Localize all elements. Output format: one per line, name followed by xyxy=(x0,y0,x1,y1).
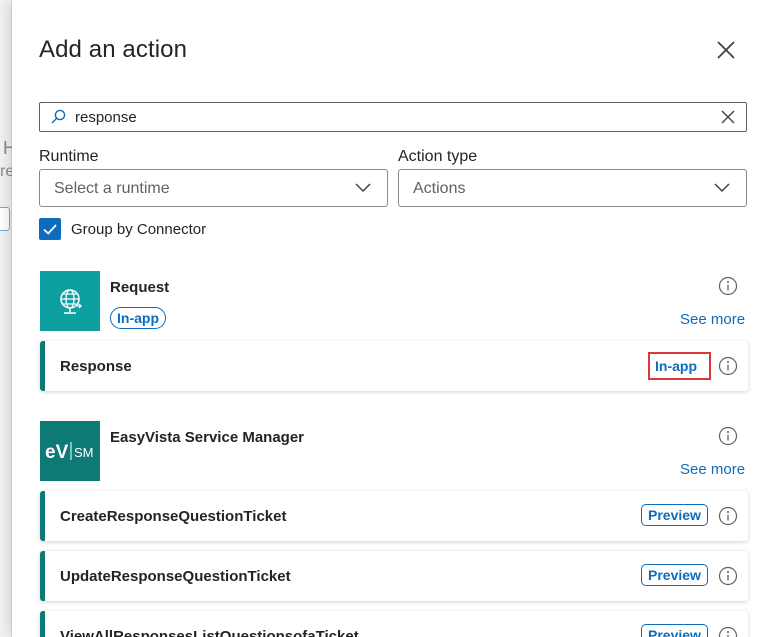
preview-badge: Preview xyxy=(641,564,708,586)
globe-request-icon xyxy=(60,289,82,314)
search-icon xyxy=(51,109,66,124)
info-icon[interactable] xyxy=(718,426,738,446)
action-name: ViewAllResponsesListQuestionsofaTicket xyxy=(60,628,359,637)
checkmark-icon xyxy=(43,224,57,235)
in-app-badge: In-app xyxy=(655,358,697,374)
runtime-dropdown[interactable]: Select a runtime xyxy=(39,169,388,207)
info-icon[interactable] xyxy=(718,566,738,586)
background-page-edge: H re xyxy=(0,0,16,637)
svg-text:eV: eV xyxy=(45,442,69,463)
easyvista-logo: eV SM xyxy=(45,442,94,463)
action-name: Response xyxy=(60,358,132,375)
action-type-dropdown-value: Actions xyxy=(413,180,466,197)
action-type-label: Action type xyxy=(398,148,478,165)
search-input[interactable]: response xyxy=(75,109,137,126)
group-by-connector-label: Group by Connector xyxy=(71,221,207,238)
card-accent-bar xyxy=(40,491,45,541)
preview-badge: Preview xyxy=(641,504,708,526)
action-name: UpdateResponseQuestionTicket xyxy=(60,568,291,585)
connector-name: EasyVista Service Manager xyxy=(110,429,305,446)
info-icon[interactable] xyxy=(718,506,738,526)
action-name: CreateResponseQuestionTicket xyxy=(60,508,287,525)
panel-title: Add an action xyxy=(39,36,188,63)
chevron-down-icon xyxy=(714,183,730,193)
action-type-dropdown[interactable]: Actions xyxy=(398,169,747,207)
svg-text:SM: SM xyxy=(74,445,94,460)
runtime-dropdown-value: Select a runtime xyxy=(54,180,170,197)
background-add-button xyxy=(0,207,10,231)
info-icon[interactable] xyxy=(718,276,738,296)
in-app-badge: In-app xyxy=(110,307,166,329)
add-action-panel: Add an action response Runtime Select a … xyxy=(12,0,777,637)
info-icon[interactable] xyxy=(718,356,738,376)
info-icon[interactable] xyxy=(718,626,738,637)
card-accent-bar xyxy=(40,611,45,637)
clear-search-icon[interactable] xyxy=(720,109,736,125)
card-accent-bar xyxy=(40,341,45,391)
preview-badge: Preview xyxy=(641,624,708,637)
chevron-down-icon xyxy=(355,183,371,193)
action-card-response[interactable]: Response xyxy=(40,341,748,391)
see-more-link[interactable]: See more xyxy=(680,311,745,328)
group-by-connector-checkbox[interactable] xyxy=(39,218,61,240)
runtime-label: Runtime xyxy=(39,148,99,165)
search-box[interactable]: response xyxy=(39,102,747,132)
easyvista-connector-icon: eV SM xyxy=(40,421,100,481)
connector-name: Request xyxy=(110,279,170,296)
see-more-link[interactable]: See more xyxy=(680,461,745,478)
close-button[interactable] xyxy=(712,36,740,64)
close-icon xyxy=(717,41,735,59)
card-accent-bar xyxy=(40,551,45,601)
request-connector-icon xyxy=(40,271,100,331)
